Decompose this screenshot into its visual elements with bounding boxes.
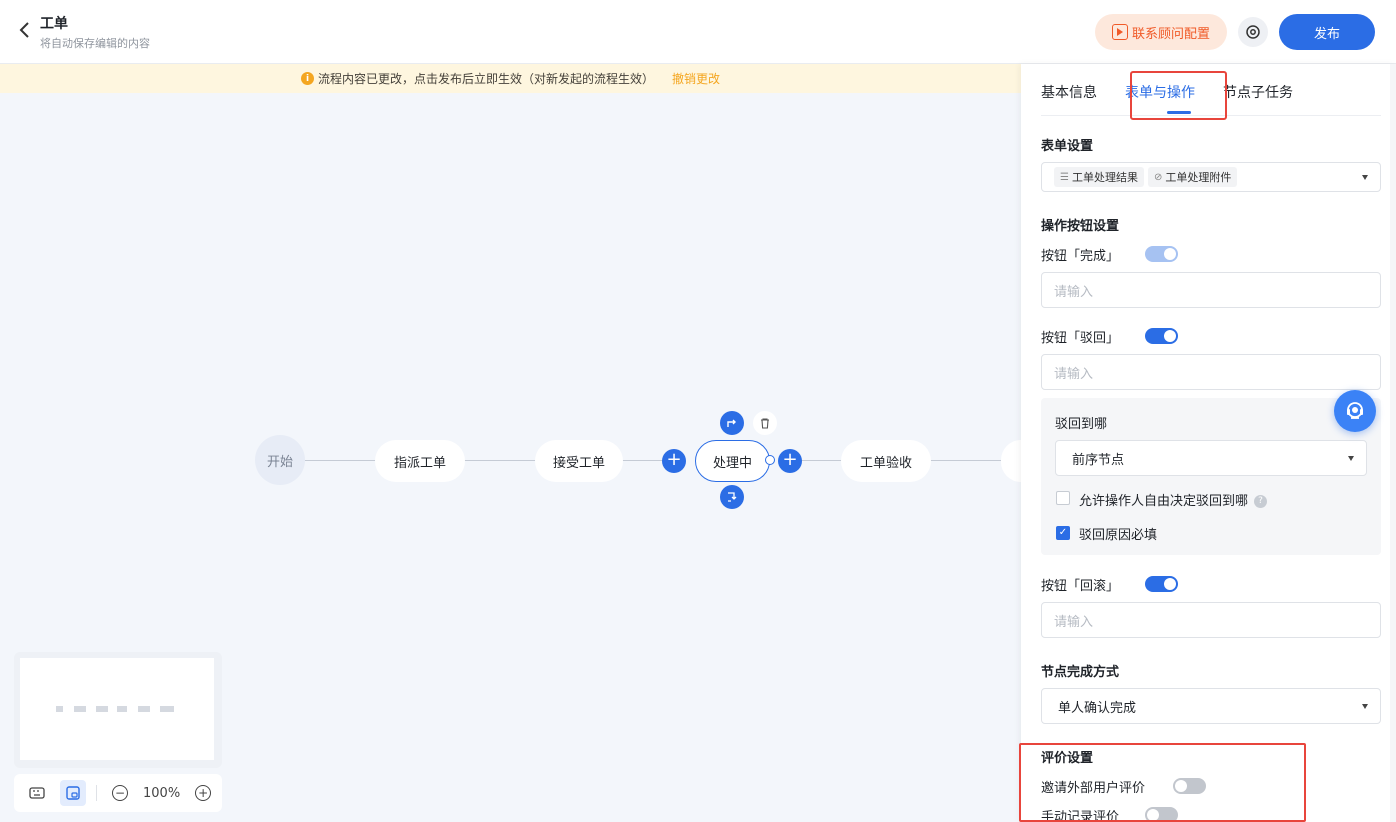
zoom-level: 100% xyxy=(143,785,181,801)
trash-icon xyxy=(761,418,769,429)
reject-target-value: 前序节点 xyxy=(1072,452,1125,468)
allow-free-reject-label: 允许操作人自由决定驳回到哪 xyxy=(1079,494,1249,509)
reject-target-box: 驳回到哪 前序节点 允许操作人自由决定驳回到哪? ✓ 驳回原因必填 xyxy=(1041,398,1381,555)
contact-consultant-label: 联系顾问配置 xyxy=(1131,26,1210,42)
add-node-before-button[interactable]: + xyxy=(662,449,686,473)
panel-scrollbar[interactable] xyxy=(1390,64,1396,822)
gear-icon xyxy=(1246,25,1260,39)
flow-node-processing[interactable]: 处理中 xyxy=(695,440,770,482)
form-chip-attachment: ⊘ 工单处理附件 xyxy=(1147,167,1238,187)
reject-target-select[interactable]: 前序节点 xyxy=(1055,440,1367,476)
form-chip-attachment-label: 工单处理附件 xyxy=(1165,171,1232,184)
toggle-knob xyxy=(1164,578,1176,590)
settings-button[interactable] xyxy=(1238,17,1268,47)
minimap-node xyxy=(96,706,108,712)
rollback-button-label: 按钮「回滚」 xyxy=(1041,579,1120,594)
toolbar-divider xyxy=(96,785,97,801)
complete-button-input[interactable]: 请输入 xyxy=(1041,272,1381,308)
rollback-button-input[interactable]: 请输入 xyxy=(1041,602,1381,638)
minimap-node xyxy=(56,706,63,712)
flow-edge xyxy=(464,460,536,461)
help-icon[interactable]: ? xyxy=(1254,495,1268,508)
completion-mode-value: 单人确认完成 xyxy=(1058,700,1137,716)
completion-mode-select[interactable]: 单人确认完成 xyxy=(1041,688,1381,724)
minimap-node xyxy=(160,706,174,712)
zoom-in-button[interactable]: + xyxy=(190,780,216,806)
chevron-down-icon xyxy=(1348,456,1354,461)
add-node-after-button[interactable]: + xyxy=(778,449,802,473)
minimap-toggle-button[interactable] xyxy=(60,780,86,806)
chevron-down-icon xyxy=(1362,175,1368,180)
panel-tabs: 基本信息 表单与操作 节点子任务 xyxy=(1041,64,1381,120)
zoom-out-button[interactable]: − xyxy=(107,780,133,806)
tab-highlight-box xyxy=(1130,71,1227,120)
delete-node-button[interactable] xyxy=(753,411,777,435)
keyboard-shortcut-button[interactable] xyxy=(24,780,50,806)
allow-free-reject-text: 允许操作人自由决定驳回到哪? xyxy=(1079,490,1268,509)
form-chip-result: ☰ 工单处理结果 xyxy=(1054,167,1144,187)
keyboard-icon xyxy=(29,787,45,799)
button-settings-title: 操作按钮设置 xyxy=(1041,219,1120,234)
flow-node-accept[interactable]: 接受工单 xyxy=(535,440,623,482)
reject-target-title: 驳回到哪 xyxy=(1055,417,1108,432)
list-icon: ☰ xyxy=(1060,171,1069,183)
customer-support-button[interactable] xyxy=(1334,390,1376,432)
reason-required-label: 驳回原因必填 xyxy=(1079,528,1158,543)
complete-button-toggle[interactable] xyxy=(1145,246,1178,262)
minimap-icon xyxy=(66,786,80,800)
completion-mode-title: 节点完成方式 xyxy=(1041,665,1120,680)
publish-button[interactable]: 发布 xyxy=(1279,14,1375,50)
minimap-node xyxy=(138,706,150,712)
flow-edge xyxy=(622,460,666,461)
chevron-down-icon xyxy=(1362,704,1368,709)
flow-node-start[interactable]: 开始 xyxy=(255,435,305,485)
flow-edge xyxy=(300,460,376,461)
reason-required-checkbox[interactable]: ✓ xyxy=(1056,526,1070,540)
minimap-node xyxy=(74,706,86,712)
complete-button-label: 按钮「完成」 xyxy=(1041,249,1120,264)
connector-handle[interactable] xyxy=(765,455,775,465)
toggle-knob xyxy=(1164,248,1176,260)
contact-consultant-button[interactable]: 联系顾问配置 xyxy=(1095,14,1227,50)
tab-node-subtasks[interactable]: 节点子任务 xyxy=(1223,82,1293,102)
flow-edge xyxy=(800,460,842,461)
flow-node-acceptance[interactable]: 工单验收 xyxy=(841,440,931,482)
reject-button-toggle[interactable] xyxy=(1145,328,1178,344)
flow-node-assign[interactable]: 指派工单 xyxy=(375,440,465,482)
plus-circle-icon: + xyxy=(195,785,212,801)
reject-button-input[interactable]: 请输入 xyxy=(1041,354,1381,390)
paperclip-icon: ⊘ xyxy=(1153,171,1163,183)
tab-basic-info[interactable]: 基本信息 xyxy=(1041,82,1097,102)
branch-icon[interactable] xyxy=(720,411,744,435)
minimap-viewport xyxy=(20,658,214,760)
rollback-button-toggle[interactable] xyxy=(1145,576,1178,592)
allow-free-reject-checkbox[interactable] xyxy=(1056,491,1070,505)
minimap[interactable] xyxy=(14,652,222,768)
minus-circle-icon: − xyxy=(112,785,128,801)
video-icon xyxy=(1111,24,1128,40)
zoom-toolbar: − 100% + xyxy=(14,774,222,812)
add-branch-icon[interactable] xyxy=(720,485,744,509)
toggle-knob xyxy=(1164,330,1176,342)
minimap-node xyxy=(117,706,127,712)
evaluation-highlight-box xyxy=(1019,743,1306,822)
form-fields-select[interactable]: ☰ 工单处理结果 ⊘ 工单处理附件 xyxy=(1041,162,1381,192)
headset-icon xyxy=(1347,402,1363,419)
node-config-panel: 基本信息 表单与操作 节点子任务 表单设置 ☰ 工单处理结果 ⊘ 工单处理附件 … xyxy=(1019,64,1396,822)
reject-button-label: 按钮「驳回」 xyxy=(1041,331,1120,346)
form-chip-result-label: 工单处理结果 xyxy=(1071,171,1138,184)
form-settings-title: 表单设置 xyxy=(1041,139,1094,154)
